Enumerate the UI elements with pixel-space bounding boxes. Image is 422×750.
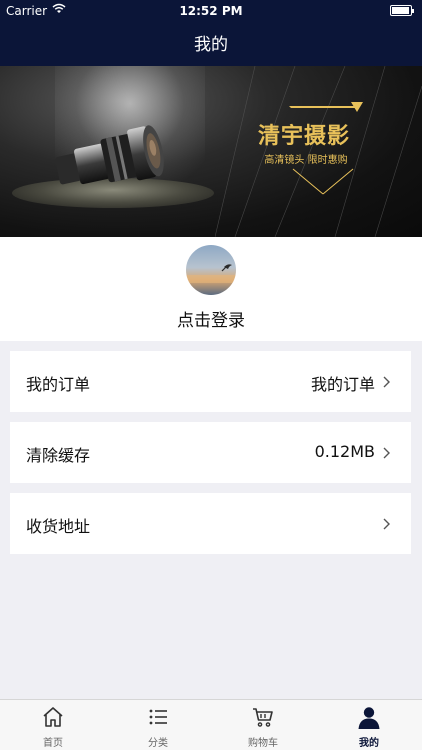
menu-row-value: 我的订单 [310,375,375,394]
list-icon [149,709,167,725]
user-icon [358,707,380,729]
tab-label: 分类 [148,738,168,749]
top-bar: Carrier 12:52 PM 我的 [0,0,422,66]
status-time: 12:52 PM [179,4,243,18]
avatar-bird-icon [186,264,236,283]
menu-row-label: 我的订单 [26,375,91,394]
cache-size-value: 0.12MB [314,442,375,461]
cart-icon [253,708,273,727]
promo-banner[interactable]: 清宇摄影 高清镜头 限时惠购 [0,66,422,237]
tab-label: 首页 [43,738,63,749]
chevron-right-icon [383,447,390,459]
banner-slogan: 高清镜头 限时惠购 [264,155,348,166]
tab-label: 我的 [359,738,379,749]
menu-row-label: 收货地址 [26,517,91,536]
battery-icon [390,5,414,16]
camera-lens-image [55,125,164,185]
chevron-right-icon [383,376,390,388]
banner-brand-title: 清宇摄影 [257,124,350,149]
tab-label: 购物车 [248,738,278,749]
tab-category[interactable]: 分类 [105,700,211,750]
chevron-right-icon [383,518,390,530]
avatar[interactable] [186,245,236,295]
login-button[interactable]: 点击登录 [0,306,422,331]
tab-cart[interactable]: 购物车 [210,700,316,750]
menu-row-clear-cache[interactable]: 清除缓存 0.12MB [10,422,411,483]
status-bar: Carrier 12:52 PM [0,0,422,22]
menu-row-orders[interactable]: 我的订单 我的订单 [10,351,411,412]
profile-section: 点击登录 [0,237,422,341]
page-title: 我的 [194,35,228,55]
tab-home[interactable]: 首页 [0,700,106,750]
menu-row-address[interactable]: 收货地址 [10,493,411,554]
home-icon [43,707,63,727]
tab-profile[interactable]: 我的 [316,700,422,750]
menu-row-label: 清除缓存 [26,446,91,465]
tab-bar: 首页 分类 购物车 我的 [0,699,422,750]
